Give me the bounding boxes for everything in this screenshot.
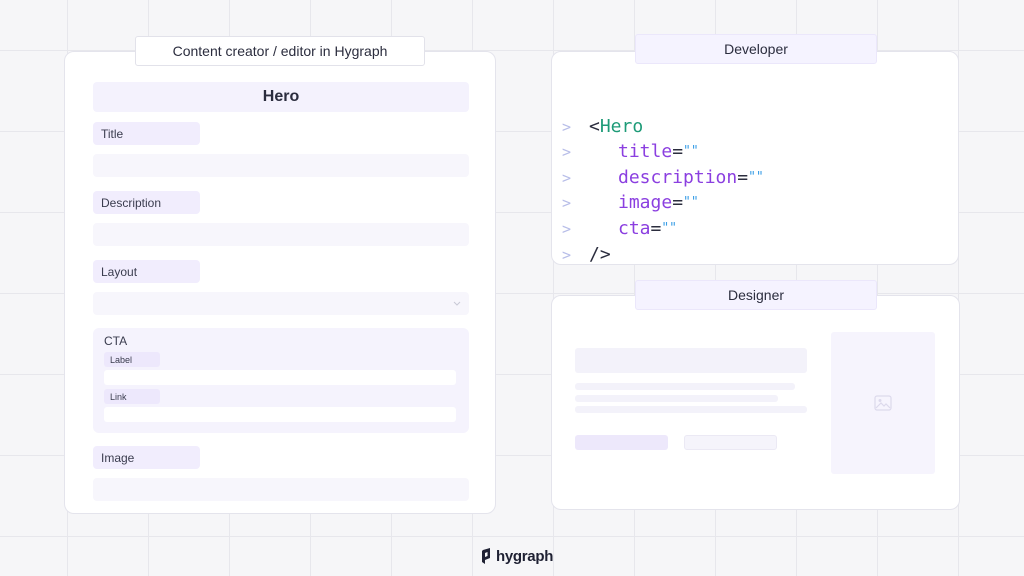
title-field[interactable] [93,154,469,177]
code-line-close: > /> [552,216,617,294]
code-prop-eq: = [737,167,749,188]
prompt-glyph: > [562,246,572,264]
wireframe-image-block [831,332,935,474]
title-field-label: Title [93,122,200,145]
layout-field-label: Layout [93,260,200,283]
hero-header: Hero [93,82,469,112]
wireframe-primary-button [575,435,668,450]
image-field[interactable] [93,478,469,501]
editor-tab-label: Content creator / editor in Hygraph [135,36,425,66]
code-prop-name: image [618,192,673,213]
code-prop-eq: = [672,141,684,162]
code-prop-quotes: "" [661,221,678,236]
code-prop-eq: = [672,192,684,213]
code-prop-name: description [618,167,738,188]
code-prop-quotes: "" [683,144,699,159]
cta-link-input[interactable] [104,407,456,422]
developer-card: > <Hero > title="" > description="" > image=… [551,51,959,265]
layout-select[interactable] [93,292,469,315]
code-prop-name: cta [618,218,651,239]
hygraph-logo-icon [482,548,490,564]
cta-label: CTA [104,334,128,348]
designer-tab-label: Designer [635,280,877,310]
image-field-label: Image [93,446,200,469]
wireframe-text-line [575,383,795,390]
hygraph-logo: hygraph [482,547,553,565]
cta-group: CTA Label Link [93,328,469,433]
cta-link-field-label: Link [104,389,160,404]
description-field[interactable] [93,223,469,246]
wireframe-heading [575,348,807,373]
wireframe-text-line [575,406,807,413]
code-close-tag: /> [589,244,611,265]
wireframe-text-line [575,395,778,402]
hygraph-logo-text: hygraph [496,547,554,565]
designer-card [551,295,960,510]
code-block: > <Hero > title="" > description="" > image=… [552,88,960,265]
code-prop-quotes: "" [683,195,699,210]
code-prop-name: title [618,141,673,162]
cta-label-input[interactable] [104,370,456,385]
code-prop-eq: = [650,218,662,239]
image-placeholder-icon [874,395,892,411]
cta-label-field-label: Label [104,352,160,367]
code-prop-quotes: "" [748,170,764,185]
editor-card: Hero Title Description Layout CTA Label … [64,51,496,514]
description-field-label: Description [93,191,200,214]
wireframe-secondary-button [684,435,777,450]
developer-tab-label: Developer [635,34,877,64]
chevron-down-icon [453,301,461,306]
hero-title: Hero [262,88,300,105]
